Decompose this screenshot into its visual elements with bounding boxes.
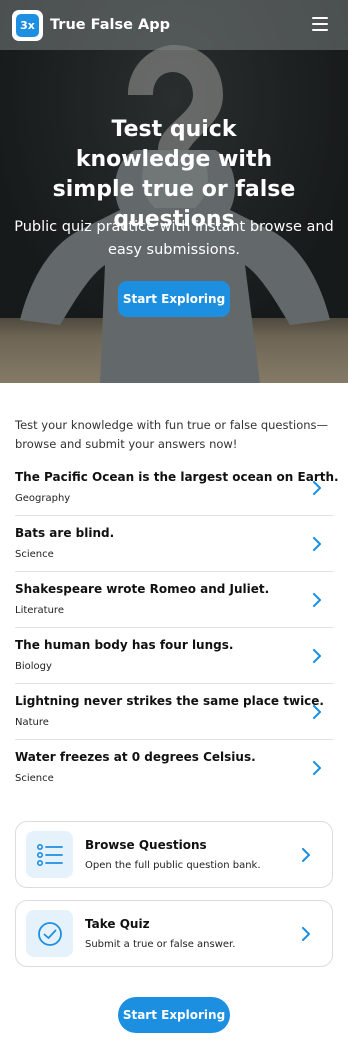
chevron-right-icon[interactable] [311, 649, 323, 663]
question-list: The Pacific Ocean is the largest ocean o… [15, 460, 339, 796]
question-list-item[interactable]: Bats are blind. Science [15, 516, 333, 572]
question-text: Bats are blind. [15, 526, 115, 540]
footer-start-exploring-button[interactable]: Start Exploring [118, 997, 230, 1033]
question-category: Science [15, 773, 54, 784]
question-category: Science [15, 549, 54, 560]
question-category: Nature [15, 717, 49, 728]
question-list-item[interactable]: Lightning never strikes the same place t… [15, 684, 333, 740]
card-description: Open the full public question bank. [85, 860, 261, 871]
chevron-right-icon[interactable] [300, 927, 312, 941]
chevron-right-icon[interactable] [311, 481, 323, 495]
take-quiz-card[interactable]: Take Quiz Submit a true or false answer. [15, 900, 333, 967]
hamburger-menu-icon[interactable] [312, 17, 328, 31]
logo-mark: 3x [16, 13, 39, 37]
question-text: The human body has four lungs. [15, 638, 234, 652]
card-title: Browse Questions [85, 838, 207, 852]
question-category: Biology [15, 661, 52, 672]
list-icon [26, 831, 73, 878]
intro-text: Test your knowledge with fun true or fal… [15, 418, 329, 451]
app-title[interactable]: True False App [50, 17, 170, 33]
browse-questions-card[interactable]: Browse Questions Open the full public qu… [15, 821, 333, 888]
top-navigation-bar: 3x True False App [0, 0, 348, 50]
hero-subtitle: Public quiz practice with instant browse… [14, 219, 334, 258]
chevron-right-icon[interactable] [311, 761, 323, 775]
card-title: Take Quiz [85, 917, 150, 931]
app-logo[interactable]: 3x [12, 9, 43, 41]
chevron-right-icon[interactable] [311, 593, 323, 607]
question-category: Geography [15, 493, 71, 504]
question-list-item[interactable]: Shakespeare wrote Romeo and Juliet. Lite… [15, 572, 333, 628]
hero-start-exploring-button[interactable]: Start Exploring [118, 281, 230, 317]
question-text: Lightning never strikes the same place t… [15, 694, 324, 708]
chevron-right-icon[interactable] [311, 537, 323, 551]
question-text: Shakespeare wrote Romeo and Juliet. [15, 582, 270, 596]
chevron-right-icon[interactable] [311, 705, 323, 719]
question-text: Water freezes at 0 degrees Celsius. [15, 750, 256, 764]
question-category: Literature [15, 605, 64, 616]
question-text: The Pacific Ocean is the largest ocean o… [15, 470, 339, 484]
question-list-item[interactable]: The Pacific Ocean is the largest ocean o… [15, 460, 339, 516]
card-description: Submit a true or false answer. [85, 939, 236, 950]
question-list-item[interactable]: Water freezes at 0 degrees Celsius. Scie… [15, 740, 333, 796]
question-list-item[interactable]: The human body has four lungs. Biology [15, 628, 333, 684]
check-circle-icon [26, 910, 73, 957]
hero-section: 3x True False App Test quick knowledge w… [0, 0, 348, 383]
chevron-right-icon[interactable] [300, 848, 312, 862]
